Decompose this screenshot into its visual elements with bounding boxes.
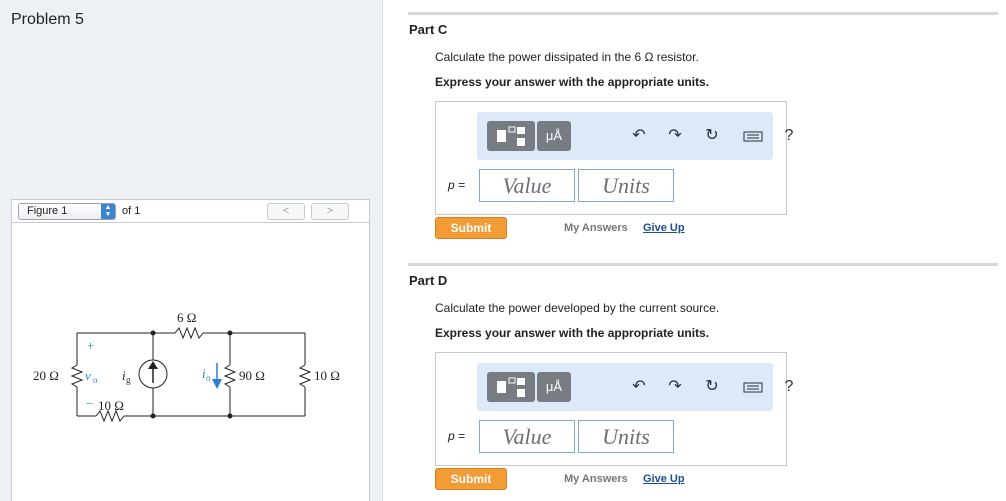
- problem-panel: Problem 5 Figure 1 ▲ ▼ of 1 < > 20 Ω 6 Ω…: [0, 0, 383, 501]
- units-input[interactable]: Units: [578, 169, 674, 202]
- units-symbol-button[interactable]: μÅ: [537, 121, 571, 151]
- source-arrow-icon: [148, 361, 158, 369]
- label-ig-subscript: g: [126, 375, 131, 385]
- part-c-title: Part C: [409, 22, 448, 37]
- help-icon[interactable]: ?: [779, 377, 799, 397]
- figure-select[interactable]: Figure 1 ▲ ▼: [18, 203, 116, 220]
- part-c-answer-box: μÅ ↶ ↷ ↻ ? p = Value Units: [435, 101, 793, 215]
- part-c-divider: [408, 12, 998, 15]
- part-d-answer-box: μÅ ↶ ↷ ↻ ? p = Value Units: [435, 352, 793, 466]
- part-c-instruction: Express your answer with the appropriate…: [435, 75, 710, 89]
- submit-button[interactable]: Submit: [435, 217, 507, 239]
- undo-icon[interactable]: ↶: [629, 126, 649, 146]
- units-input[interactable]: Units: [578, 420, 674, 453]
- label-10-ohm-bottom: 10 Ω: [98, 398, 124, 413]
- help-icon[interactable]: ?: [779, 126, 799, 146]
- figure-navigation-bar: Figure 1 ▲ ▼ of 1 < >: [11, 199, 370, 223]
- reset-icon[interactable]: ↻: [702, 377, 722, 397]
- part-d-instruction: Express your answer with the appropriate…: [435, 326, 710, 340]
- part-d-question: Calculate the power developed by the cur…: [435, 301, 720, 315]
- circuit-diagram: 20 Ω 6 Ω 90 Ω 10 Ω 10 Ω + − v o i g i o: [33, 310, 340, 423]
- part-c-question: Calculate the power dissipated in the 6 …: [435, 50, 699, 64]
- submit-button[interactable]: Submit: [435, 468, 507, 490]
- problem-title: Problem 5: [11, 11, 84, 28]
- template-icon: [497, 126, 525, 146]
- my-answers-link[interactable]: My Answers: [564, 473, 628, 485]
- label-io-subscript: o: [206, 373, 211, 383]
- template-button[interactable]: [487, 121, 535, 151]
- part-d-divider: [408, 263, 998, 266]
- previous-figure-button[interactable]: <: [267, 203, 305, 220]
- value-input[interactable]: Value: [479, 420, 575, 453]
- figure-count: of 1: [122, 205, 141, 217]
- keyboard-icon[interactable]: [743, 126, 763, 146]
- give-up-link[interactable]: Give Up: [643, 222, 685, 234]
- current-io-arrow-icon: [212, 379, 222, 389]
- math-toolbar: μÅ ↶ ↷ ↻ ?: [477, 112, 793, 160]
- label-plus: +: [87, 338, 94, 353]
- label-90-ohm: 90 Ω: [239, 368, 265, 383]
- label-10-ohm-right: 10 Ω: [314, 368, 340, 383]
- value-input[interactable]: Value: [479, 169, 575, 202]
- part-d-title: Part D: [409, 273, 448, 288]
- resistor-90-ohm: [223, 364, 237, 388]
- answer-label: p =: [448, 429, 466, 443]
- math-toolbar: μÅ ↶ ↷ ↻ ?: [477, 363, 793, 411]
- keyboard-icon[interactable]: [743, 377, 763, 397]
- label-20-ohm: 20 Ω: [33, 368, 59, 383]
- figure-area: 20 Ω 6 Ω 90 Ω 10 Ω 10 Ω + − v o i g i o: [11, 223, 370, 501]
- template-icon: [497, 377, 525, 397]
- template-button[interactable]: [487, 372, 535, 402]
- label-vo: v: [85, 368, 91, 383]
- resistor-10-ohm-right: [298, 364, 312, 388]
- answer-label: p =: [448, 178, 466, 192]
- label-6-ohm: 6 Ω: [177, 310, 196, 325]
- redo-icon[interactable]: ↷: [665, 377, 685, 397]
- my-answers-link[interactable]: My Answers: [564, 222, 628, 234]
- next-figure-button[interactable]: >: [311, 203, 349, 220]
- redo-icon[interactable]: ↷: [665, 126, 685, 146]
- resistor-6-ohm: [174, 326, 204, 340]
- select-arrows-icon: ▲ ▼: [101, 204, 115, 219]
- label-vo-subscript: o: [93, 375, 98, 385]
- figure-select-label: Figure 1: [27, 205, 68, 217]
- resistor-20-ohm: [70, 364, 84, 388]
- units-symbol-button[interactable]: μÅ: [537, 372, 571, 402]
- undo-icon[interactable]: ↶: [629, 377, 649, 397]
- give-up-link[interactable]: Give Up: [643, 473, 685, 485]
- reset-icon[interactable]: ↻: [702, 126, 722, 146]
- label-minus: −: [86, 396, 93, 411]
